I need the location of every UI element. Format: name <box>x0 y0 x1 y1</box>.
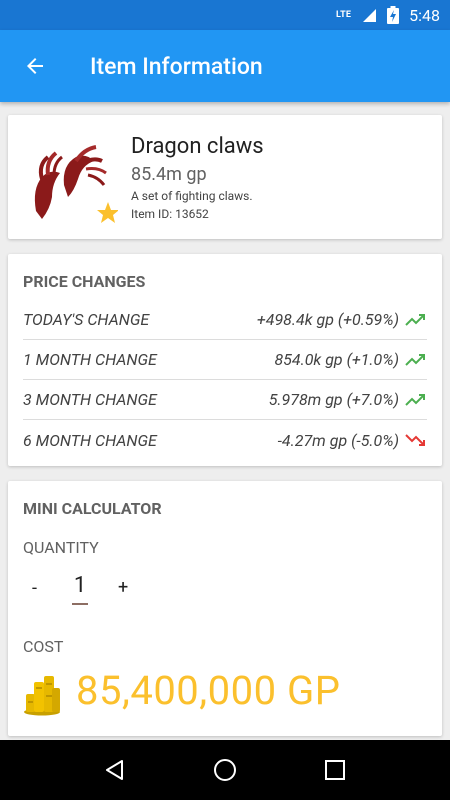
price-row-value: +498.4k gp (+0.59%) <box>256 310 399 329</box>
decrease-quantity-button[interactable]: - <box>32 578 37 599</box>
mini-calculator-card: MINI CALCULATOR QUANTITY - 1 + COST 85,4… <box>8 481 442 736</box>
price-row-label: 3 MONTH CHANGE <box>23 390 157 409</box>
mini-calculator-title: MINI CALCULATOR <box>23 499 162 518</box>
price-row-label: TODAY'S CHANGE <box>23 310 150 329</box>
status-bar: LTE 5:48 <box>0 0 450 30</box>
item-price: 85.4m gp <box>131 164 207 185</box>
trending-up-icon <box>405 313 425 326</box>
price-row-label: 1 MONTH CHANGE <box>23 350 157 369</box>
nav-recents-icon <box>325 760 345 780</box>
price-row-6-month: 6 MONTH CHANGE -4.27m gp (-5.0%) <box>23 420 427 460</box>
item-card: Dragon claws 85.4m gp A set of fighting … <box>8 115 442 239</box>
cost-label: COST <box>23 637 64 656</box>
price-row-value: 854.0k gp (+1.0%) <box>274 350 399 369</box>
item-id: Item ID: 13652 <box>131 207 209 221</box>
price-row-3-month: 3 MONTH CHANGE 5.978m gp (+7.0%) <box>23 380 427 420</box>
page-title: Item Information <box>90 52 263 80</box>
network-type: LTE <box>336 10 352 20</box>
quantity-label: QUANTITY <box>23 538 99 557</box>
price-row-label: 6 MONTH CHANGE <box>23 430 157 450</box>
app-bar: Item Information <box>0 30 450 102</box>
nav-recents-button[interactable] <box>315 750 355 790</box>
quantity-input[interactable]: 1 <box>72 573 88 605</box>
trending-up-icon <box>405 353 425 366</box>
price-row-today: TODAY'S CHANGE +498.4k gp (+0.59%) <box>23 300 427 340</box>
trending-up-icon <box>405 393 425 406</box>
trending-down-icon <box>405 434 425 446</box>
signal-icon <box>363 9 377 22</box>
price-changes-title: PRICE CHANGES <box>23 272 146 291</box>
nav-back-icon <box>106 760 123 780</box>
nav-home-icon <box>214 759 236 781</box>
back-button[interactable] <box>0 30 70 102</box>
cost-value: 85,400,000 GP <box>76 667 341 714</box>
price-changes-card: PRICE CHANGES TODAY'S CHANGE +498.4k gp … <box>8 254 442 466</box>
price-row-value: 5.978m gp (+7.0%) <box>268 390 399 409</box>
coins-icon <box>24 676 60 716</box>
item-name: Dragon claws <box>131 134 264 159</box>
arrow-back-icon <box>27 58 43 74</box>
system-nav-bar <box>0 740 450 800</box>
clock: 5:48 <box>409 5 440 25</box>
nav-back-button[interactable] <box>95 750 135 790</box>
star-icon <box>97 202 118 223</box>
increase-quantity-button[interactable]: + <box>118 577 128 598</box>
battery-charging-icon <box>387 6 400 24</box>
dragon-claws-image <box>34 145 118 223</box>
item-description: A set of fighting claws. <box>131 189 253 203</box>
price-row-1-month: 1 MONTH CHANGE 854.0k gp (+1.0%) <box>23 340 427 380</box>
nav-home-button[interactable] <box>205 750 245 790</box>
price-row-value: -4.27m gp (-5.0%) <box>277 430 399 450</box>
